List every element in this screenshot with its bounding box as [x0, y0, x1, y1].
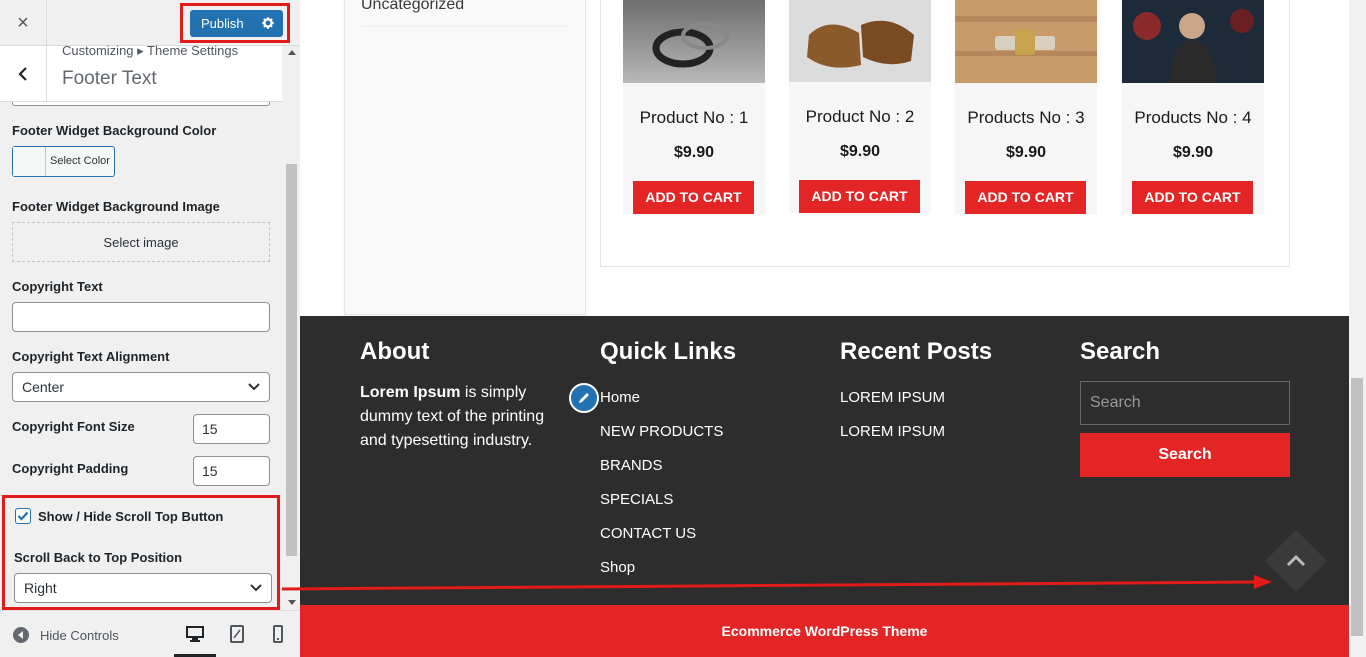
customizer-footer: Hide Controls: [0, 610, 300, 657]
product-card: Products No : 3 $9.90 ADD TO CART: [955, 0, 1097, 214]
about-text: Lorem Ipsum is simply dummy text of the …: [360, 381, 560, 453]
chevron-down-icon: [250, 584, 262, 592]
color-swatch: [13, 147, 46, 176]
preview-widget-sidebar: Uncategorized: [344, 0, 586, 315]
product-price: $9.90: [1172, 144, 1214, 161]
add-to-cart-button[interactable]: ADD TO CART: [1132, 181, 1253, 214]
products-section: Product No : 1 $9.90 ADD TO CART Product…: [600, 0, 1290, 267]
select-color-button[interactable]: Select Color: [12, 146, 115, 177]
product-price: $9.90: [673, 144, 715, 161]
sidebar-scrollbar[interactable]: [283, 46, 300, 610]
product-image[interactable]: [623, 0, 765, 83]
chevron-left-icon: [18, 66, 27, 81]
product-image[interactable]: [1122, 0, 1264, 83]
section-header: Customizing ▸ Theme Settings Footer Text: [0, 43, 282, 102]
collapse-icon: [13, 627, 29, 643]
copyright-bar: Ecommerce WordPress Theme: [300, 605, 1349, 657]
preview-scrollbar-thumb[interactable]: [1351, 378, 1363, 636]
quick-link-new-products[interactable]: NEW PRODUCTS: [600, 423, 723, 440]
sidebar-scrollbar-thumb[interactable]: [286, 164, 297, 556]
quick-link-brands[interactable]: BRANDS: [600, 457, 663, 474]
scroll-top-highlight-box: Show / Hide Scroll Top Button Scroll Bac…: [2, 495, 280, 610]
add-to-cart-button[interactable]: ADD TO CART: [633, 181, 754, 214]
add-to-cart-button[interactable]: ADD TO CART: [965, 181, 1086, 214]
scroll-position-select[interactable]: Right: [14, 573, 272, 603]
scroll-down-arrow-icon[interactable]: [288, 600, 296, 605]
about-bold: Lorem Ipsum: [360, 384, 461, 401]
hide-controls-label: Hide Controls: [40, 627, 119, 643]
back-button[interactable]: [0, 46, 47, 101]
product-name[interactable]: Products No : 4: [1122, 108, 1264, 128]
scroll-position-value: Right: [24, 580, 57, 596]
mobile-device-icon[interactable]: [272, 625, 284, 643]
select-color-label: Select Color: [50, 155, 110, 167]
copyright-alignment-value: Center: [22, 379, 65, 395]
edit-shortcut-button[interactable]: [569, 383, 599, 413]
preview-scrollbar[interactable]: [1349, 0, 1366, 657]
copyright-font-size-label: Copyright Font Size: [12, 419, 135, 434]
scroll-top-toggle-label[interactable]: Show / Hide Scroll Top Button: [38, 509, 223, 524]
scroll-position-label: Scroll Back to Top Position: [14, 550, 183, 565]
customizer-header: × Publish: [0, 0, 300, 46]
recent-posts-heading: Recent Posts: [840, 338, 993, 365]
product-card: Products No : 4 $9.90 ADD TO CART: [1122, 0, 1264, 214]
chevron-down-icon: [248, 383, 260, 391]
footer-search-button[interactable]: Search: [1080, 433, 1290, 477]
controls-panel: Footer Widget Background Color Select Co…: [0, 102, 282, 610]
recent-post-link[interactable]: LOREM IPSUM: [840, 423, 945, 440]
site-preview: Uncategorized Product No : 1 $9.90 ADD T…: [300, 0, 1366, 657]
scroll-up-arrow-icon[interactable]: [288, 50, 296, 55]
site-footer: About Lorem Ipsum is simply dummy text o…: [300, 316, 1349, 605]
select-image-button[interactable]: Select image: [12, 222, 270, 262]
widget-bg-image-label: Footer Widget Background Image: [12, 199, 220, 214]
section-title: Footer Text: [62, 68, 157, 89]
product-name[interactable]: Product No : 1: [623, 108, 765, 128]
product-price: $9.90: [1005, 144, 1047, 161]
product-card: Product No : 1 $9.90 ADD TO CART: [623, 0, 765, 214]
copyright-padding-input[interactable]: 15: [193, 456, 270, 486]
close-icon: ×: [17, 11, 29, 34]
quick-links-heading: Quick Links: [600, 338, 737, 365]
copyright-alignment-label: Copyright Text Alignment: [12, 349, 170, 364]
copyright-font-size-input[interactable]: 15: [193, 414, 270, 444]
desktop-device-icon[interactable]: [186, 625, 204, 643]
product-image[interactable]: [955, 0, 1097, 83]
copyright-text-input[interactable]: [12, 302, 270, 332]
add-to-cart-button[interactable]: ADD TO CART: [799, 180, 920, 213]
publish-button[interactable]: Publish: [190, 10, 283, 37]
product-image[interactable]: [789, 0, 931, 82]
chevron-up-icon: [1286, 554, 1306, 567]
gear-icon[interactable]: [261, 16, 275, 30]
divider: [361, 26, 571, 27]
checkmark-icon: [17, 511, 29, 521]
hide-controls-button[interactable]: Hide Controls: [12, 626, 119, 644]
quick-link-home[interactable]: Home: [600, 389, 640, 406]
tablet-device-icon[interactable]: [229, 625, 245, 643]
product-card: Product No : 2 $9.90 ADD TO CART: [789, 0, 931, 213]
quick-link-shop[interactable]: Shop: [600, 559, 635, 576]
copyright-text-label: Copyright Text: [12, 279, 103, 294]
publish-label: Publish: [201, 16, 244, 31]
footer-search-input[interactable]: Search: [1080, 381, 1290, 425]
category-link[interactable]: Uncategorized: [361, 0, 464, 14]
publish-highlight-box: Publish: [180, 3, 290, 43]
close-customizer-button[interactable]: ×: [0, 0, 47, 46]
search-heading: Search: [1080, 338, 1161, 365]
previous-control-input[interactable]: [12, 102, 270, 106]
copyright-padding-label: Copyright Padding: [12, 461, 129, 476]
about-heading: About: [360, 338, 430, 365]
product-price: $9.90: [839, 143, 881, 160]
recent-post-link[interactable]: LOREM IPSUM: [840, 389, 945, 406]
widget-bg-color-label: Footer Widget Background Color: [12, 123, 217, 138]
pencil-icon: [579, 393, 589, 403]
breadcrumb: Customizing ▸ Theme Settings: [62, 43, 239, 58]
copyright-alignment-select[interactable]: Center: [12, 372, 270, 402]
quick-link-contact-us[interactable]: CONTACT US: [600, 525, 696, 542]
product-name[interactable]: Products No : 3: [955, 108, 1097, 128]
product-name[interactable]: Product No : 2: [789, 107, 931, 127]
customizer-sidebar: × Publish Customizing ▸ Theme Settings F…: [0, 0, 300, 657]
scroll-top-checkbox[interactable]: [15, 508, 31, 524]
quick-link-specials[interactable]: SPECIALS: [600, 491, 673, 508]
